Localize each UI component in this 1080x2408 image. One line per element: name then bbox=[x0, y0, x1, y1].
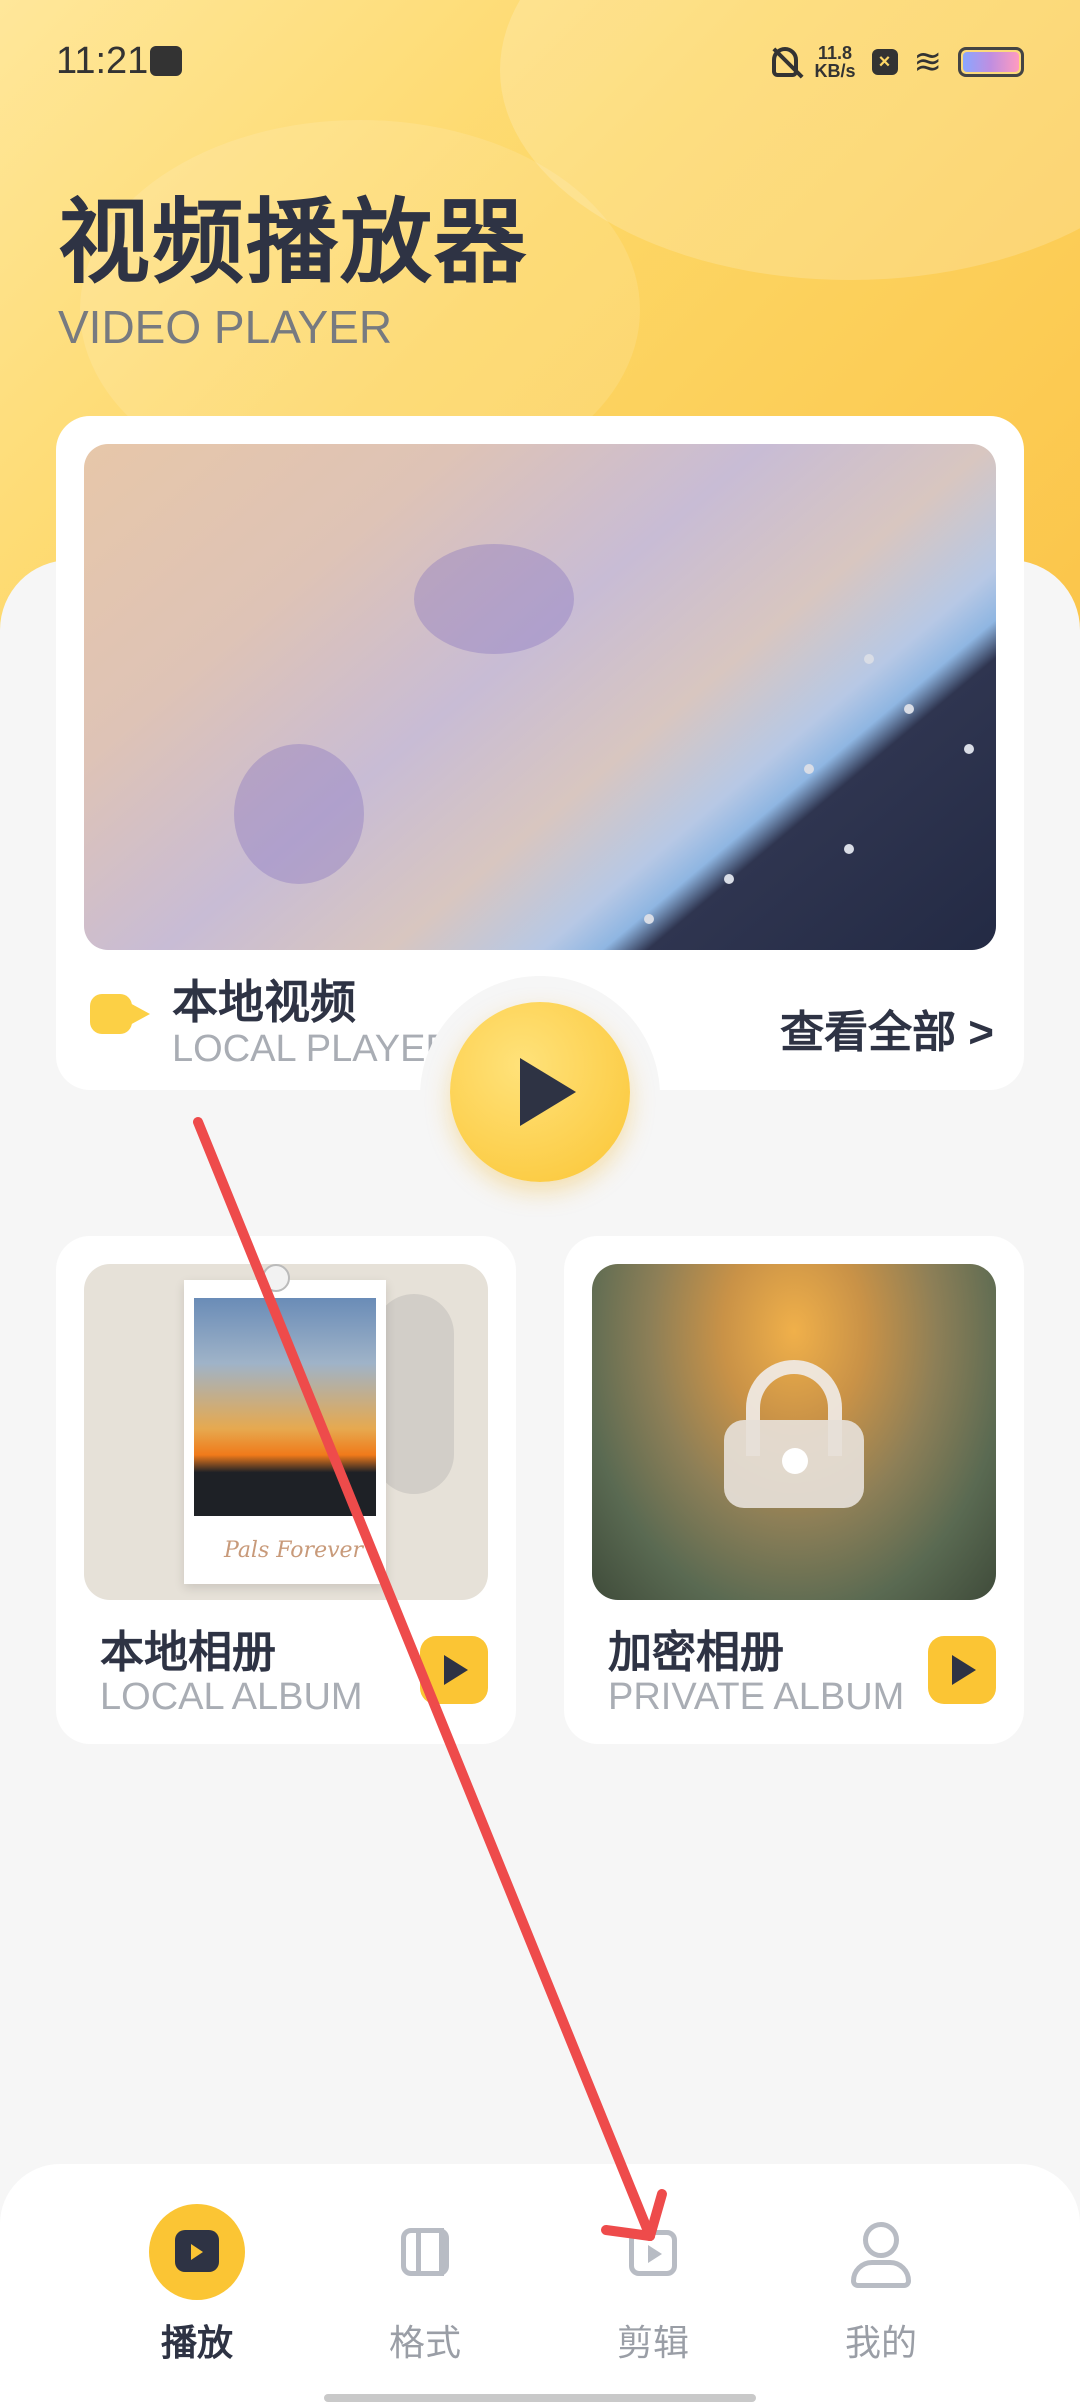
thumb-texture bbox=[844, 844, 854, 854]
battery-icon bbox=[958, 47, 1024, 77]
private-album-cover[interactable] bbox=[592, 1264, 996, 1600]
play-icon bbox=[952, 1655, 976, 1685]
status-time: 11:21 bbox=[56, 40, 149, 82]
polaroid-photo: Pals Forever bbox=[184, 1280, 386, 1584]
local-video-title: 本地视频 bbox=[172, 976, 356, 1028]
nav-tab-play[interactable]: 播放 bbox=[122, 2204, 272, 2366]
mute-bell-icon bbox=[772, 47, 799, 77]
thumb-texture bbox=[234, 744, 364, 884]
view-all-link[interactable]: 查看全部 > bbox=[780, 996, 994, 1060]
thumb-texture bbox=[644, 914, 654, 924]
play-icon bbox=[520, 1058, 576, 1126]
pin-icon bbox=[262, 1264, 290, 1292]
thumb-texture bbox=[904, 704, 914, 714]
net-speed-unit: KB/s bbox=[814, 61, 856, 81]
sunset-photo bbox=[194, 1298, 376, 1516]
person-icon bbox=[833, 2204, 929, 2300]
page-subtitle: VIDEO PLAYER bbox=[58, 301, 393, 353]
thumb-texture bbox=[724, 874, 734, 884]
play-clapper-icon bbox=[149, 2204, 245, 2300]
home-indicator[interactable] bbox=[324, 2394, 756, 2402]
local-album-title: 本地相册 bbox=[100, 1628, 276, 1677]
status-bar: 11:21 11.8 KB/s × ≋ bbox=[0, 0, 1080, 120]
local-album-card[interactable]: Pals Forever 本地相册 LOCAL ALBUM bbox=[56, 1236, 516, 1744]
decor-leaves bbox=[374, 1294, 454, 1494]
close-box-icon: × bbox=[871, 49, 898, 75]
video-camera-icon bbox=[90, 990, 150, 1038]
wifi-icon: ≋ bbox=[913, 43, 943, 81]
nav-tab-edit[interactable]: 剪辑 bbox=[578, 2204, 728, 2366]
private-album-subtitle: PRIVATE ALBUM bbox=[608, 1676, 905, 1718]
net-speed-value: 11.8 bbox=[817, 43, 853, 63]
edit-video-icon bbox=[605, 2204, 701, 2300]
private-album-play-button[interactable] bbox=[928, 1636, 996, 1704]
local-video-subtitle: LOCAL PLAYER bbox=[172, 1028, 453, 1070]
private-album-card[interactable]: 加密相册 PRIVATE ALBUM bbox=[564, 1236, 1024, 1744]
thumb-texture bbox=[414, 544, 574, 654]
nav-label: 剪辑 bbox=[616, 2322, 689, 2363]
thumb-texture bbox=[804, 764, 814, 774]
local-album-play-button[interactable] bbox=[420, 1636, 488, 1704]
video-thumbnail[interactable] bbox=[84, 444, 996, 950]
lock-icon bbox=[724, 1360, 864, 1508]
main-play-button[interactable] bbox=[450, 1002, 630, 1182]
nav-label: 格式 bbox=[388, 2322, 461, 2363]
private-album-title: 加密相册 bbox=[608, 1628, 784, 1677]
photo-caption: Pals Forever bbox=[224, 1538, 364, 1563]
play-icon bbox=[444, 1655, 468, 1685]
local-album-subtitle: LOCAL ALBUM bbox=[100, 1676, 363, 1718]
local-album-cover[interactable]: Pals Forever bbox=[84, 1264, 488, 1600]
bottom-nav: 播放 格式 剪辑 我的 bbox=[0, 2164, 1080, 2408]
thumb-texture bbox=[864, 654, 874, 664]
nav-tab-format[interactable]: 格式 bbox=[350, 2204, 500, 2366]
shopping-bag-icon bbox=[150, 46, 182, 76]
nav-label: 我的 bbox=[844, 2322, 917, 2363]
nav-label: 播放 bbox=[160, 2322, 233, 2363]
network-speed: 11.8 KB/s bbox=[814, 44, 855, 80]
film-icon bbox=[377, 2204, 473, 2300]
nav-tab-mine[interactable]: 我的 bbox=[806, 2204, 956, 2366]
page-title: 视频播放器 bbox=[58, 192, 529, 294]
status-icons: 11.8 KB/s × ≋ bbox=[772, 42, 1024, 82]
thumb-texture bbox=[964, 744, 974, 754]
